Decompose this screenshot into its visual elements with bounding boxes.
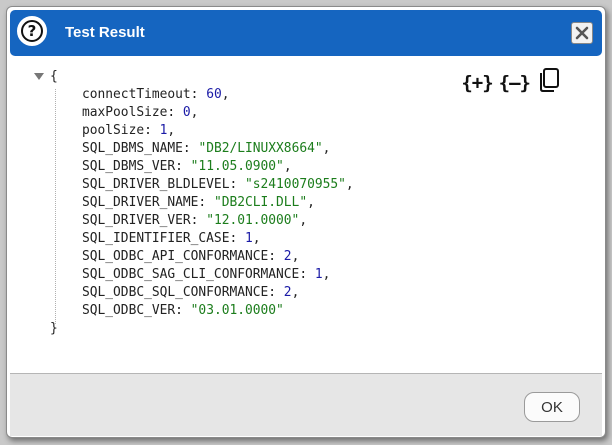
ok-button[interactable]: OK bbox=[524, 392, 580, 422]
json-key: SQL_DBMS_VER bbox=[82, 159, 176, 174]
json-value: 2 bbox=[283, 285, 292, 300]
dialog-titlebar: ? Test Result bbox=[10, 10, 602, 56]
test-result-dialog: ? Test Result { connectTimeout: 60, maxPo… bbox=[6, 6, 606, 438]
json-viewer: { connectTimeout: 60, maxPoolSize: 0, pool… bbox=[10, 59, 602, 371]
help-icon-glyph: ? bbox=[21, 20, 43, 42]
json-code: { connectTimeout: 60, maxPoolSize: 0, pool… bbox=[50, 68, 354, 338]
json-value: "DB2CLI.DLL" bbox=[213, 195, 308, 210]
json-entry: SQL_IDENTIFIER_CASE: 1, bbox=[82, 231, 261, 246]
json-key: connectTimeout bbox=[82, 87, 191, 102]
json-key: poolSize bbox=[82, 123, 145, 138]
json-value: "s2410070955" bbox=[245, 177, 346, 192]
dialog-footer: OK bbox=[10, 373, 602, 436]
json-entry: SQL_DRIVER_BLDLEVEL: "s2410070955", bbox=[82, 177, 354, 192]
close-button[interactable] bbox=[571, 22, 593, 44]
json-value: "DB2/LINUXX8664" bbox=[198, 141, 323, 156]
json-key: SQL_DRIVER_VER bbox=[82, 213, 191, 228]
json-entry: maxPoolSize: 0, bbox=[82, 105, 199, 120]
json-key: SQL_ODBC_SAG_CLI_CONFORMANCE bbox=[82, 267, 300, 282]
json-key: SQL_DRIVER_BLDLEVEL bbox=[82, 177, 230, 192]
json-entry: SQL_ODBC_VER: "03.01.0000" bbox=[82, 303, 284, 318]
help-icon[interactable]: ? bbox=[17, 16, 47, 46]
close-icon bbox=[575, 26, 589, 40]
json-open-brace: { bbox=[50, 69, 58, 84]
json-value: 1 bbox=[314, 267, 323, 282]
json-close-brace: } bbox=[50, 321, 58, 336]
json-key: SQL_DRIVER_NAME bbox=[82, 195, 199, 210]
json-value: 0 bbox=[182, 105, 191, 120]
json-entry: connectTimeout: 60, bbox=[82, 87, 230, 102]
json-entry: SQL_DRIVER_NAME: "DB2CLI.DLL", bbox=[82, 195, 315, 210]
json-value: "11.05.0900" bbox=[190, 159, 284, 174]
json-key: SQL_ODBC_VER bbox=[82, 303, 176, 318]
json-entry: SQL_ODBC_SQL_CONFORMANCE: 2, bbox=[82, 285, 300, 300]
json-key: SQL_DBMS_NAME bbox=[82, 141, 183, 156]
json-entry: SQL_DBMS_VER: "11.05.0900", bbox=[82, 159, 292, 174]
copy-button[interactable] bbox=[538, 67, 560, 98]
json-entries: connectTimeout: 60, maxPoolSize: 0, poolSi… bbox=[50, 86, 354, 320]
dialog-title: Test Result bbox=[65, 24, 145, 41]
json-key: SQL_ODBC_SQL_CONFORMANCE bbox=[82, 285, 269, 300]
copy-icon bbox=[540, 68, 559, 92]
json-toolbar: {+} {–} bbox=[461, 67, 560, 98]
json-value: 2 bbox=[283, 249, 292, 264]
collapse-toggle-icon[interactable] bbox=[34, 73, 44, 80]
json-entry: SQL_DRIVER_VER: "12.01.0000", bbox=[82, 213, 308, 228]
json-value: "03.01.0000" bbox=[190, 303, 284, 318]
expand-all-button[interactable]: {+} bbox=[461, 71, 493, 95]
collapse-all-button[interactable]: {–} bbox=[499, 71, 531, 95]
json-entry: SQL_DBMS_NAME: "DB2/LINUXX8664", bbox=[82, 141, 331, 156]
json-entry: SQL_ODBC_API_CONFORMANCE: 2, bbox=[82, 249, 300, 264]
json-entry: poolSize: 1, bbox=[82, 123, 176, 138]
json-key: maxPoolSize bbox=[82, 105, 168, 120]
json-value: 1 bbox=[245, 231, 253, 246]
json-entry: SQL_ODBC_SAG_CLI_CONFORMANCE: 1, bbox=[82, 267, 331, 282]
json-key: SQL_IDENTIFIER_CASE bbox=[82, 231, 230, 246]
json-value: 60 bbox=[206, 87, 222, 102]
json-key: SQL_ODBC_API_CONFORMANCE bbox=[82, 249, 269, 264]
json-value: "12.01.0000" bbox=[206, 213, 300, 228]
